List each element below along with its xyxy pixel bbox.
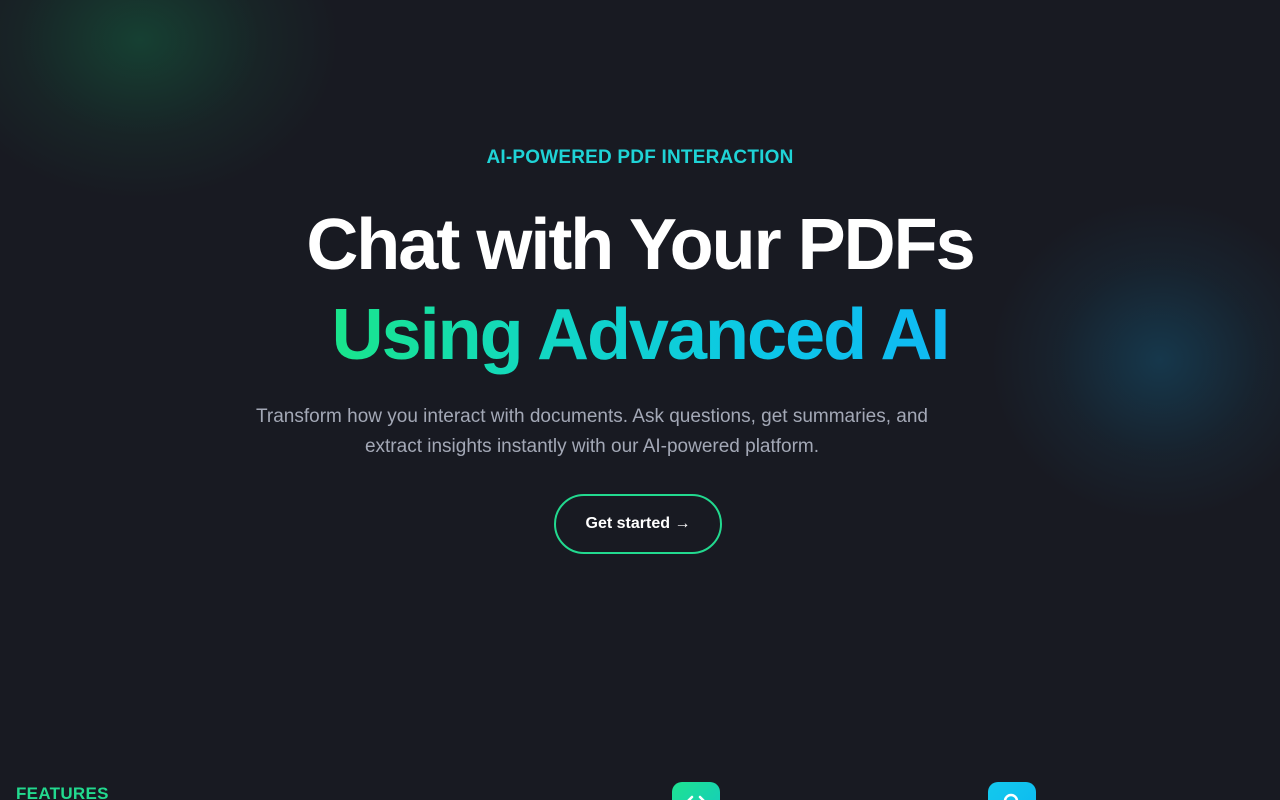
hero-title-line2: Using Advanced AI [0, 292, 1280, 378]
code-icon [687, 795, 705, 800]
hero-title-gradient-text: Using Advanced AI [331, 295, 951, 375]
feature-card-icon-code [672, 782, 720, 800]
get-started-button[interactable]: Get started → [554, 494, 722, 554]
features-section-label: FEATURES [16, 784, 109, 800]
hero-title-line1: Chat with Your PDFs [306, 205, 975, 285]
feature-card-icon-search [988, 782, 1036, 800]
hero-subtitle: Transform how you interact with document… [256, 406, 928, 457]
hero-eyebrow: AI-POWERED PDF INTERACTION [486, 147, 794, 168]
search-icon [1003, 793, 1019, 800]
background-glow-green [0, 0, 340, 200]
landing-page: AI-POWERED PDF INTERACTION Chat with You… [0, 0, 1280, 800]
